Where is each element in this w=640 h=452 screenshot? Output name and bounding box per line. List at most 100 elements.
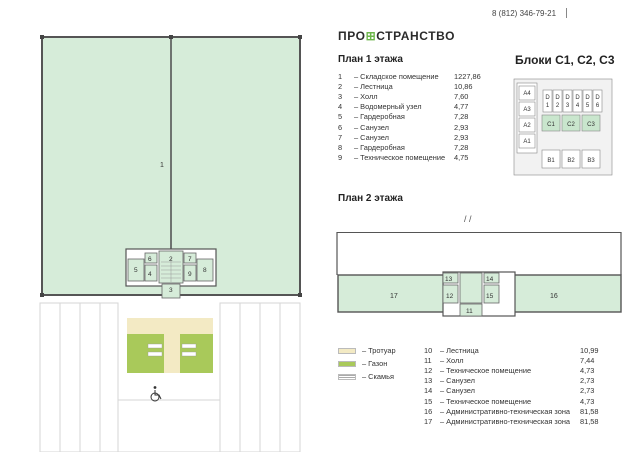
room-area: 2,93 <box>454 122 469 132</box>
room-name: – Складское помещение <box>354 71 439 81</box>
block-label-a3: A3 <box>523 107 531 113</box>
block-d-letter-3: D <box>565 95 570 101</box>
room-name: – Санузел <box>354 132 389 142</box>
room-row: 12 – Техническое помещение 4,73 <box>424 365 610 375</box>
phone-number: 8 (812) 346-79-21 <box>492 9 557 18</box>
room-label-11: 11 <box>466 308 473 315</box>
room-row: 8 – Гардеробная 7,28 <box>338 142 484 152</box>
room-row: 6 – Санузел 2,93 <box>338 122 484 132</box>
room-number: 16 <box>424 406 433 416</box>
block-label-c3: C3 <box>587 122 595 128</box>
room-number: 10 <box>424 345 433 355</box>
room-row: 2 – Лестница 10,86 <box>338 81 484 91</box>
room-name: – Гардеробная <box>354 142 405 152</box>
room-area: 2,73 <box>580 376 595 386</box>
room-area: 2,73 <box>580 386 595 396</box>
room-row: 9 – Техническое помещение 4,75 <box>338 153 484 163</box>
room-number: 7 <box>338 132 343 142</box>
brand-logo-mark: ⊞ <box>365 29 377 43</box>
room-label-5: 5 <box>134 267 138 274</box>
wheelchair-icon <box>150 386 162 402</box>
room-name: – Гардеробная <box>354 112 405 122</box>
room-label-14: 14 <box>486 276 494 283</box>
room-name: – Санузел <box>440 376 475 386</box>
block-d-letter-2: D <box>555 95 560 101</box>
room-label-13: 13 <box>445 276 453 283</box>
block-d-letter-5: D <box>585 95 590 101</box>
break-symbol: / / <box>464 214 472 224</box>
legend: – Тротуар – Газон – Скамья <box>338 346 396 381</box>
floor1-room-list: 1 – Складское помещение 1227,86 2 – Лестница… <box>338 71 484 163</box>
block-d-letter-6: D <box>595 95 600 101</box>
legend-swatch-sidewalk <box>338 347 356 354</box>
room-number: 12 <box>424 365 433 375</box>
floor2-plan: / / 17 16 13 12 14 15 11 <box>336 214 622 317</box>
blocks-map-svg: A4A3A2A1D1D2D3D4D5D6C1 C2 C3B1 B2 B3 <box>513 78 613 176</box>
room-name: – Санузел <box>354 122 389 132</box>
room-area: 7,60 <box>454 91 469 101</box>
roof-outline <box>337 232 621 233</box>
room-number: 1 <box>338 71 343 81</box>
room-name: – Техническое помещение <box>354 153 446 163</box>
room-name: – Техническое помещение <box>440 396 532 406</box>
room-label-16: 16 <box>550 293 558 300</box>
room-label-17: 17 <box>390 293 398 300</box>
legend-item-lawn: – Газон <box>338 359 396 368</box>
brand-text-part1: ПРО <box>338 29 366 43</box>
room-number: 8 <box>338 142 343 152</box>
room-label-8: 8 <box>203 267 207 274</box>
room-area: 4,75 <box>454 153 469 163</box>
legend-item-sidewalk: – Тротуар <box>338 346 396 355</box>
room-area: 4,77 <box>454 102 469 112</box>
room-name: – Лестница <box>354 81 393 91</box>
legend-swatch-bench <box>338 373 356 380</box>
legend-label-lawn: – Газон <box>362 359 388 368</box>
room-row: 14 – Санузел 2,73 <box>424 386 610 396</box>
room-name: – Техническое помещение <box>440 365 532 375</box>
room-name: – Санузел <box>440 386 475 396</box>
room-number: 3 <box>338 91 343 101</box>
room-label-2: 2 <box>169 256 173 263</box>
legend-label-sidewalk: – Тротуар <box>362 346 396 355</box>
block-label-a1: A1 <box>523 139 531 145</box>
room-name: – Водомерный узел <box>354 102 422 112</box>
room-label-1: 1 <box>160 162 164 169</box>
block-d-letter-4: D <box>575 95 580 101</box>
block-label-a2: A2 <box>523 123 531 129</box>
room-name: – Холл <box>440 355 464 365</box>
room-row: 5 – Гардеробная 7,28 <box>338 112 484 122</box>
legend-swatch-lawn <box>338 360 356 367</box>
room-number: 5 <box>338 112 343 122</box>
room-label-12: 12 <box>446 293 454 300</box>
room-number: 4 <box>338 102 343 112</box>
room-label-6: 6 <box>148 256 152 263</box>
header-divider <box>566 8 567 18</box>
room-area: 7,28 <box>454 112 469 122</box>
room-area: 4,73 <box>580 396 595 406</box>
room-label-9: 9 <box>188 271 192 278</box>
room-label-3: 3 <box>169 287 173 294</box>
room-10-stair <box>459 272 483 304</box>
room-label-15: 15 <box>486 293 494 300</box>
block-label-b1: B1 <box>547 158 555 164</box>
room-number: 13 <box>424 376 433 386</box>
blocks-title: Блоки С1, С2, С3 <box>515 53 615 67</box>
room-row: 17 – Административно-техническая зона 81,5… <box>424 416 610 426</box>
room-name: – Административно-техническая зона <box>440 406 571 416</box>
room-row: 11 – Холл 7,44 <box>424 355 610 365</box>
room-name: – Холл <box>354 91 378 101</box>
room-area: 10,86 <box>454 81 473 91</box>
room-label-4: 4 <box>148 271 152 278</box>
room-area: 81,58 <box>580 416 599 426</box>
block-label-a4: A4 <box>523 91 531 97</box>
blocks-map: A4 A3 A2 A1 D 1 D 2 D 3 D 4 D 5 D 6 C1 C2 C3 B1 B2 B3 <box>513 78 613 178</box>
floor2-room-list: 10 – Лестница 10,99 11 – Холл 7,44 12 – Техниче… <box>424 345 610 427</box>
room-number: 6 <box>338 122 343 132</box>
floor1-title: План 1 этажа <box>338 54 403 65</box>
sidewalk-path <box>164 318 180 373</box>
block-label-c2: C2 <box>567 122 575 128</box>
room-area: 7,28 <box>454 142 469 152</box>
legend-item-bench: – Скамья <box>338 372 396 381</box>
room-name: – Лестница <box>440 345 479 355</box>
room-area: 7,44 <box>580 355 595 365</box>
